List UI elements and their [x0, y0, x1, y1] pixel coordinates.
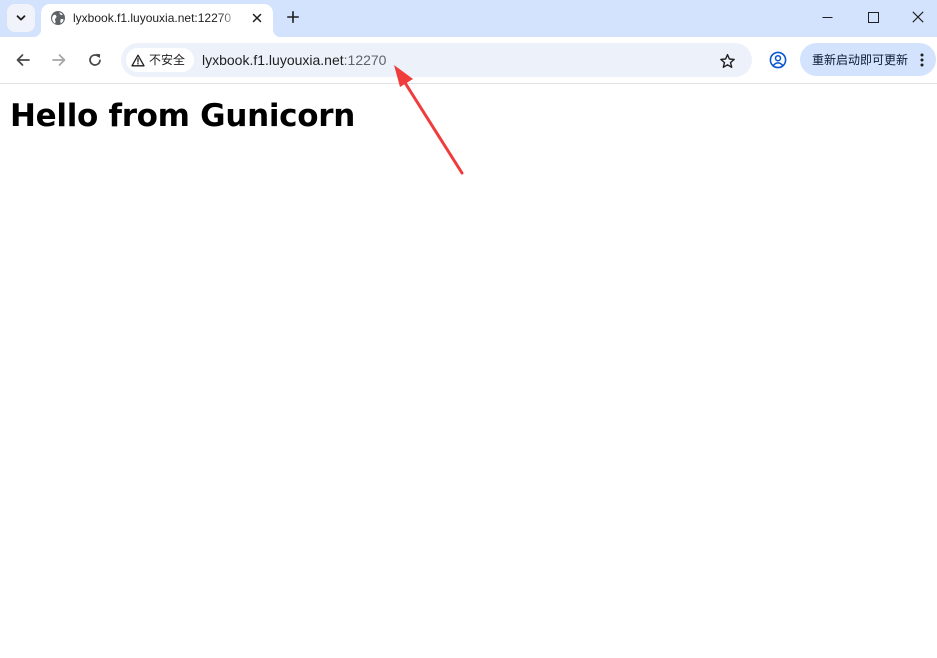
- address-bar[interactable]: 不安全 lyxbook.f1.luyouxia.net:12270: [121, 43, 752, 77]
- url-port: :12270: [343, 52, 387, 68]
- profile-button[interactable]: [765, 47, 791, 73]
- url-host: lyxbook.f1.luyouxia.net: [202, 52, 344, 68]
- page-viewport: Hello from Gunicorn: [0, 85, 937, 658]
- new-tab-button[interactable]: [282, 6, 304, 28]
- tab-title: lyxbook.f1.luyouxia.net:12270: [73, 11, 232, 25]
- tab-strip: lyxbook.f1.luyouxia.net:12270: [0, 0, 937, 37]
- minimize-icon: [822, 16, 832, 18]
- plus-icon: [287, 11, 299, 23]
- bookmark-button[interactable]: [716, 50, 738, 72]
- chevron-down-icon: [16, 15, 26, 21]
- tab-close-button[interactable]: [248, 9, 266, 27]
- more-menu-button[interactable]: [918, 51, 926, 69]
- window-close-button[interactable]: [895, 0, 937, 34]
- close-icon: [252, 13, 262, 23]
- forward-button[interactable]: [44, 45, 74, 75]
- window-maximize-button[interactable]: [850, 0, 896, 34]
- relaunch-update-button[interactable]: 重新启动即可更新: [800, 43, 936, 76]
- close-icon: [912, 11, 924, 23]
- maximize-icon: [867, 11, 879, 23]
- browser-toolbar: 不安全 lyxbook.f1.luyouxia.net:12270 重新启动即可…: [0, 37, 937, 84]
- reload-icon: [89, 53, 101, 66]
- security-indicator[interactable]: 不安全: [126, 48, 194, 72]
- star-icon: [719, 53, 735, 68]
- window-minimize-button[interactable]: [804, 0, 850, 34]
- kebab-menu-icon: [920, 53, 924, 67]
- arrow-right-icon: [52, 54, 66, 66]
- back-button[interactable]: [8, 45, 38, 75]
- browser-tab[interactable]: lyxbook.f1.luyouxia.net:12270: [33, 4, 281, 37]
- warning-triangle-icon: [131, 54, 145, 66]
- tab-search-button[interactable]: [7, 4, 35, 32]
- page-heading: Hello from Gunicorn: [10, 98, 356, 134]
- security-label: 不安全: [149, 53, 186, 67]
- update-button-label: 重新启动即可更新: [812, 52, 909, 67]
- globe-icon: [51, 11, 65, 25]
- url-text[interactable]: lyxbook.f1.luyouxia.net:12270: [202, 51, 386, 69]
- account-circle-icon: [769, 51, 787, 69]
- arrow-left-icon: [16, 54, 30, 66]
- reload-button[interactable]: [80, 45, 110, 75]
